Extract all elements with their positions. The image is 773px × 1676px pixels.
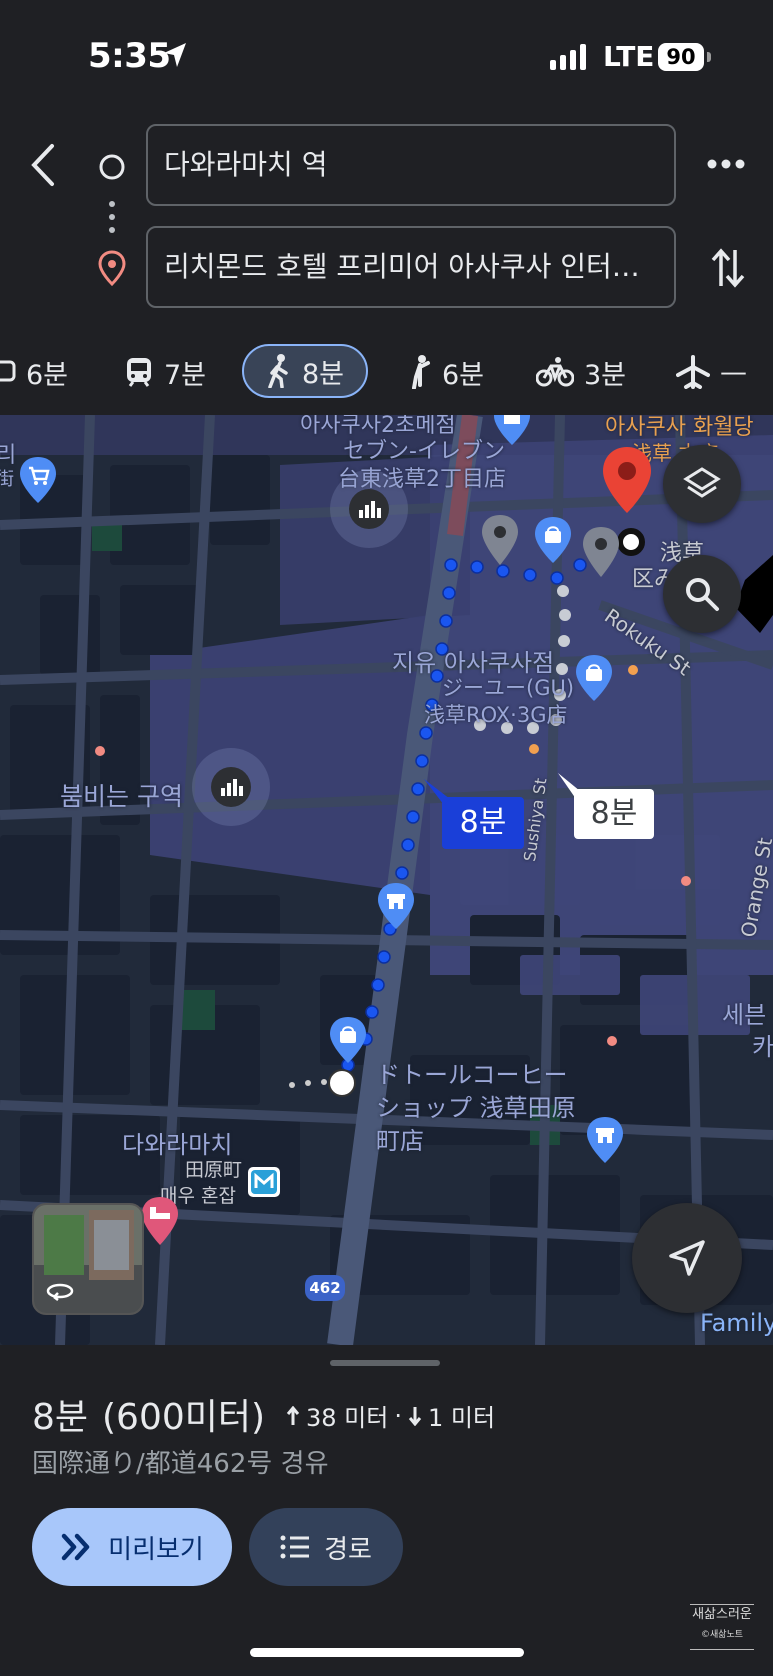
double-chevron-right-icon	[61, 1533, 90, 1561]
origin-circle-icon	[99, 154, 125, 180]
map-label: 세븐	[722, 1001, 767, 1029]
gray-place-pin-icon[interactable]	[581, 525, 621, 579]
busy-chart-icon	[349, 489, 389, 529]
elevation-separator: ·	[394, 1401, 402, 1430]
network-type: LTE	[603, 40, 655, 73]
subway-station-icon[interactable]	[248, 1167, 280, 1197]
route-duration-callout[interactable]: 8분	[442, 797, 524, 849]
callout-pointer	[424, 779, 450, 805]
map-label: 町店	[376, 1127, 424, 1155]
watermark-line1: 새삶스러운	[692, 1607, 752, 1622]
tab-driving-label: 6분	[26, 359, 69, 391]
tab-ride[interactable]: 6분	[406, 346, 484, 398]
map-view[interactable]: 아사쿠사2초메점 セブン-イレブン 台東浅草2丁目店 아사쿠사 화월당 浅草 本…	[0, 415, 773, 1345]
layers-icon	[683, 467, 721, 498]
map-label: ジーユー(GU)	[442, 676, 575, 700]
shopping-bag-pin-icon[interactable]	[533, 515, 573, 565]
plane-icon	[676, 355, 710, 389]
preview-button[interactable]: 미리보기	[32, 1508, 232, 1586]
map-label: 田原町	[185, 1159, 243, 1181]
origin-input[interactable]: 다와라마치 역	[146, 124, 676, 206]
list-icon	[280, 1535, 310, 1559]
route-dots-icon	[109, 201, 115, 233]
navigate-arrow-icon	[669, 1240, 705, 1276]
shopping-bag-pin-icon[interactable]	[328, 1015, 368, 1065]
more-options-icon[interactable]	[706, 158, 746, 170]
signal-icon	[550, 44, 586, 70]
walk-icon	[268, 354, 288, 388]
descent-arrow-icon	[408, 1406, 422, 1426]
route-via: 国際通り/都道462号 경유	[32, 1449, 329, 1479]
rotate-360-icon	[46, 1283, 74, 1301]
destination-input[interactable]: 리치몬드 호텔 프리미어 아사쿠사 인터…	[146, 226, 676, 308]
tab-flight[interactable]: —	[676, 346, 747, 398]
sheet-drag-handle[interactable]	[330, 1360, 440, 1366]
map-label: ドトールコーヒー	[376, 1061, 568, 1089]
ascent-value: 38 미터	[306, 1404, 389, 1432]
car-icon	[0, 360, 16, 382]
route-distance: (600미터)	[102, 1397, 266, 1438]
steps-button-label: 경로	[324, 1534, 372, 1565]
transit-icon	[127, 358, 151, 387]
callout-pointer	[558, 773, 580, 799]
map-label: 浅草ROX·3G店	[424, 703, 568, 727]
preview-button-label: 미리보기	[108, 1534, 204, 1565]
destination-pin-icon	[98, 250, 126, 286]
gray-place-pin-icon[interactable]	[480, 513, 520, 567]
watermark: 새삶스러운 ©새삶노트	[690, 1604, 754, 1650]
hotel-pin-icon[interactable]	[140, 1195, 180, 1247]
store-pin-icon[interactable]	[376, 881, 416, 931]
elevation-summary: 38 미터 · 1 미터	[286, 1398, 495, 1433]
back-icon[interactable]	[26, 140, 60, 190]
store-pin-icon[interactable]	[585, 1115, 625, 1165]
shopping-pin-icon[interactable]	[492, 415, 532, 447]
map-search-button[interactable]	[663, 555, 741, 633]
ascent-arrow-icon	[286, 1405, 300, 1425]
battery-level: 90	[658, 43, 704, 71]
tab-transit[interactable]: 7분	[124, 346, 206, 398]
battery-tip	[707, 52, 711, 62]
route-duration: 8분	[32, 1397, 89, 1438]
map-label: 街	[0, 469, 14, 490]
shopping-bag-pin-icon[interactable]	[574, 653, 614, 703]
route-shield: 462	[305, 1275, 345, 1301]
street-view-thumbnail[interactable]	[32, 1203, 144, 1315]
swap-icon[interactable]	[710, 246, 746, 290]
tab-cycling[interactable]: 3분	[536, 346, 626, 398]
tab-flight-label: —	[720, 356, 747, 388]
tab-walking[interactable]: 8분	[242, 344, 368, 398]
busy-area-marker[interactable]	[330, 470, 408, 548]
metro-logo-icon	[251, 1170, 277, 1194]
tab-walking-label: 8분	[301, 358, 345, 390]
tab-transit-label: 7분	[164, 359, 207, 391]
descent-value: 1 미터	[427, 1404, 496, 1432]
alt-route-duration-callout[interactable]: 8분	[574, 789, 654, 839]
steps-button[interactable]: 경로	[249, 1508, 403, 1586]
ride-icon	[412, 355, 430, 389]
my-location-button[interactable]	[632, 1203, 742, 1313]
map-label: 카	[752, 1033, 773, 1061]
busy-area-marker[interactable]	[192, 748, 270, 826]
map-label: 붐비는 구역	[60, 782, 183, 811]
search-icon	[686, 578, 719, 611]
watermark-line2: ©새삶노트	[700, 1630, 744, 1640]
shopping-cart-pin-icon[interactable]	[18, 455, 58, 505]
tab-driving[interactable]: 6분	[0, 346, 68, 398]
map-label: Family	[700, 1309, 773, 1337]
busy-chart-icon	[211, 767, 251, 807]
map-label: ショップ 浅草田原	[376, 1094, 576, 1122]
home-indicator[interactable]	[250, 1648, 524, 1657]
layers-button[interactable]	[663, 445, 741, 523]
tab-cycling-label: 3분	[584, 359, 627, 391]
tab-ride-label: 6분	[442, 359, 485, 391]
bike-icon	[536, 357, 574, 387]
location-arrow-icon	[164, 43, 186, 67]
status-time: 5:35	[88, 36, 171, 76]
destination-marker-icon[interactable]	[600, 445, 654, 515]
